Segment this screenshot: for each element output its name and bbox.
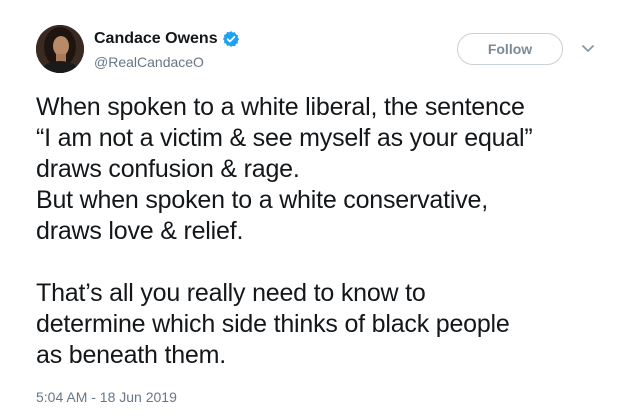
author-info: Candace Owens @RealCandaceO bbox=[94, 28, 240, 71]
timestamp[interactable]: 5:04 AM - 18 Jun 2019 bbox=[36, 388, 177, 406]
display-name[interactable]: Candace Owens bbox=[94, 29, 218, 49]
tweet-line: But when spoken to a white conservative, bbox=[36, 186, 488, 214]
avatar[interactable] bbox=[36, 25, 84, 73]
tweet-line: When spoken to a white liberal, the sent… bbox=[36, 93, 525, 121]
tweet-text: When spoken to a white liberal, the sent… bbox=[36, 92, 616, 371]
tweet-line: determine which side thinks of black peo… bbox=[36, 310, 510, 338]
name-row: Candace Owens bbox=[94, 28, 240, 50]
tweet-line: That’s all you really need to know to bbox=[36, 279, 426, 307]
chevron-down-icon[interactable] bbox=[580, 40, 596, 56]
tweet-card: Candace Owens @RealCandaceO Follow When … bbox=[0, 0, 625, 417]
tweet-line: “I am not a victim & see myself as your … bbox=[36, 124, 533, 152]
avatar-image bbox=[36, 25, 84, 73]
follow-button[interactable]: Follow bbox=[457, 33, 563, 65]
tweet-line: draws love & relief. bbox=[36, 217, 244, 245]
handle[interactable]: @RealCandaceO bbox=[94, 53, 240, 71]
tweet-line: draws confusion & rage. bbox=[36, 155, 300, 183]
tweet-line: as beneath them. bbox=[36, 341, 226, 369]
verified-badge-icon bbox=[222, 30, 240, 48]
